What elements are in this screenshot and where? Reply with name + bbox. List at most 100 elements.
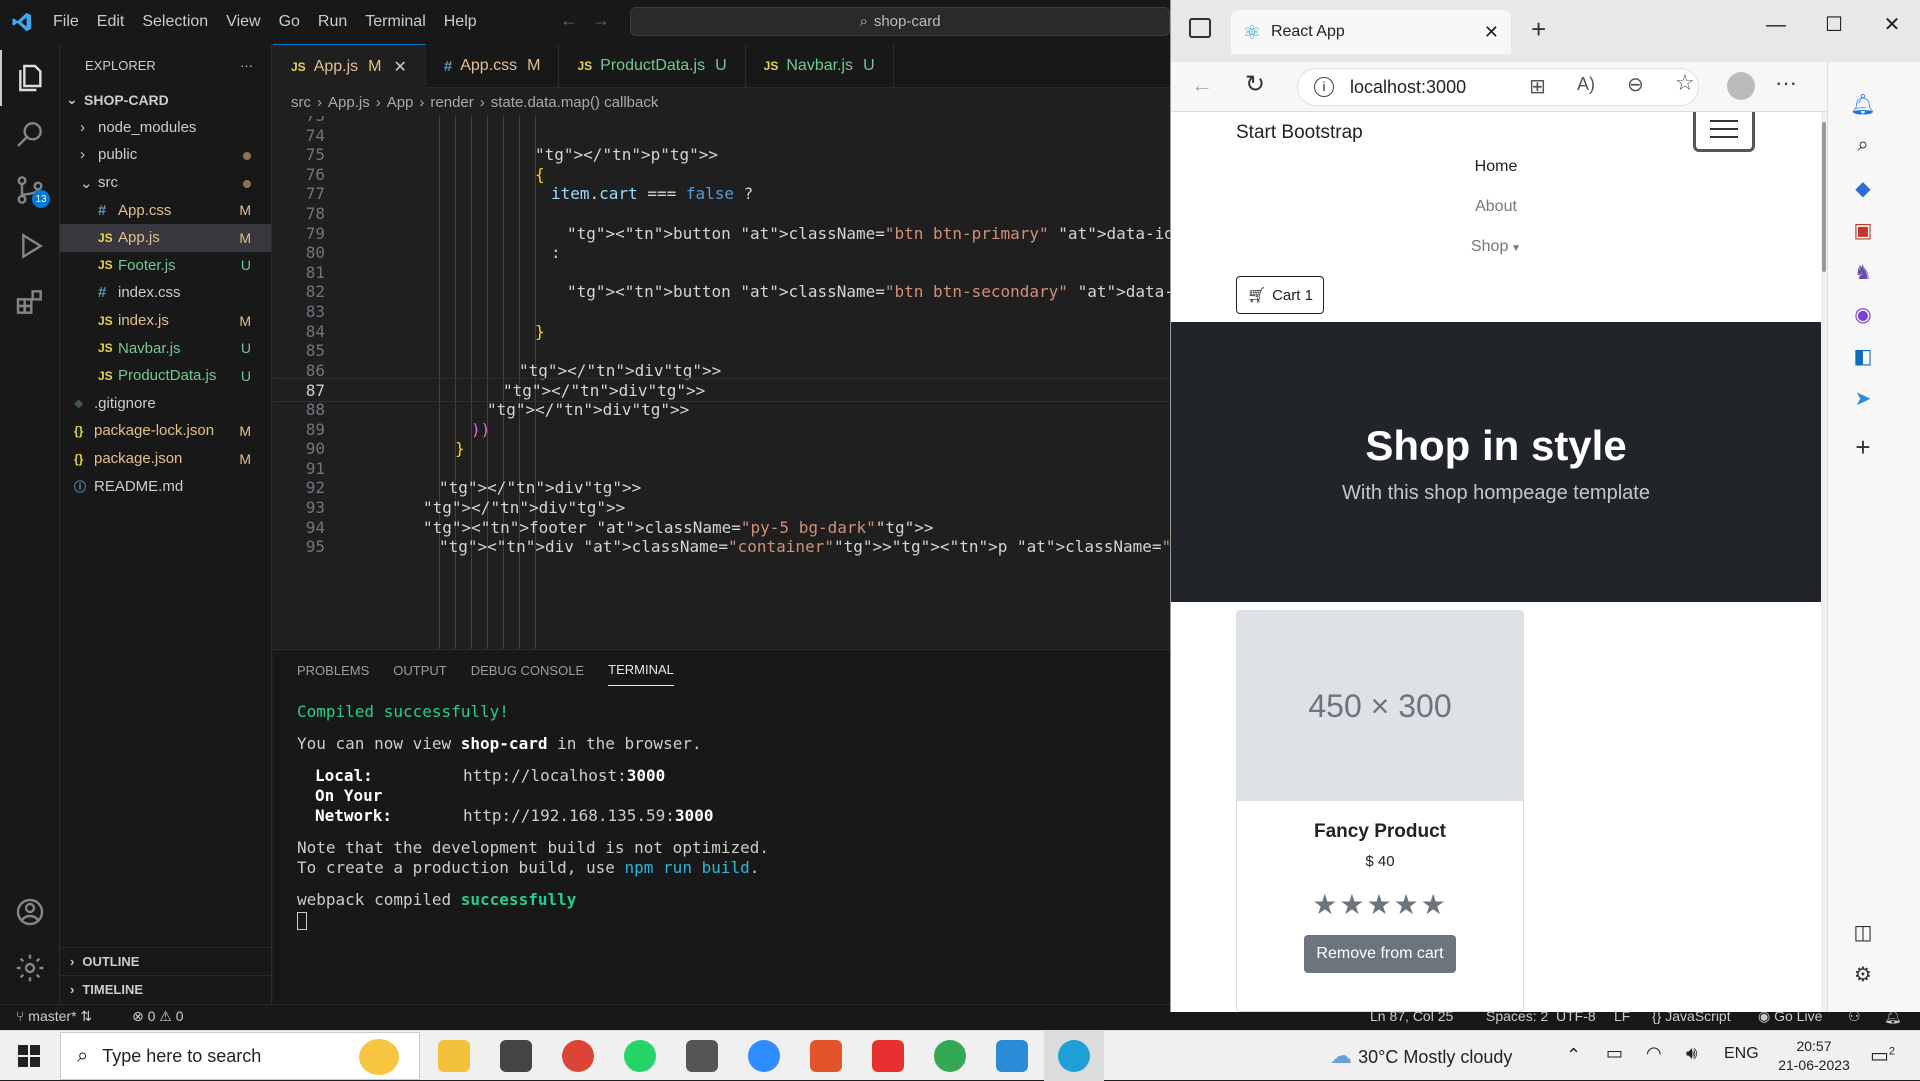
tree-item[interactable]: {} package-lock.json M bbox=[60, 417, 271, 445]
clock[interactable]: 20:57 21-06-2023 bbox=[1764, 1037, 1864, 1075]
tree-item[interactable]: JS index.js M bbox=[60, 307, 271, 335]
cart-button[interactable]: 🛒︎ Cart 1 bbox=[1236, 276, 1324, 314]
chrome-profile-icon[interactable] bbox=[920, 1031, 980, 1081]
zoom-icon[interactable]: ⊖ bbox=[1627, 72, 1644, 97]
breadcrumb-item[interactable]: App bbox=[387, 94, 414, 111]
gear-icon[interactable] bbox=[0, 940, 60, 996]
nav-arrows[interactable]: ←→ bbox=[560, 10, 624, 31]
volume-icon[interactable]: 🔊︎ bbox=[1686, 1043, 1697, 1064]
menu-help[interactable]: Help bbox=[435, 13, 486, 30]
panel-tab-problems[interactable]: PROBLEMS bbox=[297, 655, 369, 686]
add-icon[interactable]: + bbox=[1828, 432, 1898, 463]
edge-taskbar-icon[interactable] bbox=[1044, 1031, 1104, 1081]
close-icon[interactable]: ✕ bbox=[1484, 22, 1499, 43]
command-center[interactable]: ⌕ shop-card bbox=[630, 7, 1170, 36]
windows-start-icon[interactable] bbox=[18, 1045, 40, 1067]
copilot-app-icon[interactable]: ◉ bbox=[1828, 302, 1898, 327]
taskbar-search[interactable]: ⌕ Type here to search bbox=[60, 1032, 420, 1080]
account-icon[interactable] bbox=[0, 884, 60, 940]
games-icon[interactable]: ♞ bbox=[1828, 260, 1898, 285]
read-aloud-icon[interactable]: A) bbox=[1577, 74, 1595, 95]
search-icon[interactable]: ⌕ bbox=[1828, 134, 1898, 157]
wifi-icon[interactable]: ◠ bbox=[1646, 1043, 1662, 1064]
chrome-icon[interactable] bbox=[548, 1031, 608, 1081]
extensions-icon[interactable] bbox=[0, 274, 60, 330]
shopping-tag-icon[interactable]: ◆ bbox=[1828, 176, 1898, 201]
menu-run[interactable]: Run bbox=[309, 13, 356, 30]
mail-icon[interactable] bbox=[672, 1031, 732, 1081]
menu-file[interactable]: File bbox=[44, 13, 88, 30]
language-indicator[interactable]: ENG bbox=[1724, 1045, 1759, 1063]
store-icon[interactable] bbox=[486, 1031, 546, 1081]
tree-item[interactable]: › public bbox=[60, 141, 271, 169]
tree-item[interactable]: JS Footer.js U bbox=[60, 252, 271, 280]
nav-shop-dropdown[interactable]: Shop ▼ bbox=[1171, 238, 1821, 256]
timeline-section[interactable]: › TIMELINE bbox=[60, 975, 272, 1003]
bell-icon[interactable]: 🔔︎ bbox=[1828, 92, 1898, 117]
wps-icon[interactable] bbox=[858, 1031, 918, 1081]
favorite-icon[interactable]: ☆ bbox=[1675, 70, 1695, 96]
back-icon[interactable]: ← bbox=[1191, 72, 1213, 98]
chevron-up-icon[interactable]: ⌃ bbox=[1566, 1045, 1581, 1066]
maximize-icon[interactable]: ☐ bbox=[1805, 0, 1863, 50]
whatsapp-icon[interactable] bbox=[610, 1031, 670, 1081]
terminal[interactable]: Compiled successfully! You can now view … bbox=[273, 702, 1170, 930]
tree-item[interactable]: # App.css M bbox=[60, 196, 271, 224]
menu-edit[interactable]: Edit bbox=[88, 13, 134, 30]
branch-status[interactable]: ⑂ master* ⇅ bbox=[16, 1008, 92, 1025]
code-editor[interactable]: 737475"tg"></"tn">p"tg">>76{77item.cart … bbox=[273, 116, 1170, 649]
notifications-icon[interactable]: ▭2 bbox=[1870, 1043, 1895, 1068]
tab-actions-icon[interactable] bbox=[1189, 18, 1211, 38]
refresh-icon[interactable]: ↻ bbox=[1245, 70, 1265, 99]
profile-avatar[interactable] bbox=[1727, 72, 1755, 100]
run-debug-icon[interactable] bbox=[0, 218, 60, 274]
tree-item[interactable]: JS Navbar.js U bbox=[60, 334, 271, 362]
tree-item[interactable]: ⓘ README.md bbox=[60, 472, 271, 500]
zoom-icon[interactable] bbox=[734, 1031, 794, 1081]
outlook-icon[interactable]: ◧ bbox=[1828, 344, 1898, 369]
project-folder[interactable]: ⌄ SHOP-CARD bbox=[60, 86, 271, 114]
remove-from-cart-button[interactable]: Remove from cart bbox=[1304, 935, 1456, 973]
source-control-icon[interactable]: 13 bbox=[0, 162, 60, 218]
editor-tab[interactable]: JS Navbar.js U bbox=[746, 44, 894, 88]
navbar-brand[interactable]: Start Bootstrap bbox=[1236, 122, 1363, 144]
new-tab-icon[interactable]: + bbox=[1531, 14, 1546, 45]
close-window-icon[interactable]: ✕ bbox=[1863, 0, 1920, 50]
breadcrumb-item[interactable]: src bbox=[291, 94, 311, 111]
breadcrumb-item[interactable]: state.data.map() callback bbox=[491, 94, 659, 111]
weather-widget[interactable]: ☁ 30°C Mostly cloudy bbox=[1330, 1043, 1512, 1069]
outline-section[interactable]: › OUTLINE bbox=[60, 947, 272, 975]
breadcrumb-item[interactable]: render bbox=[430, 94, 473, 111]
menu-go[interactable]: Go bbox=[270, 13, 309, 30]
menu-terminal[interactable]: Terminal bbox=[356, 13, 434, 30]
panel-tab-debug-console[interactable]: DEBUG CONSOLE bbox=[471, 655, 584, 686]
more-actions-icon[interactable]: ··· bbox=[240, 58, 253, 73]
more-icon[interactable]: ··· bbox=[1775, 70, 1797, 96]
panel-tab-output[interactable]: OUTPUT bbox=[393, 655, 446, 686]
tree-item[interactable]: ⌄ src bbox=[60, 169, 271, 197]
send-icon[interactable]: ➤ bbox=[1828, 386, 1898, 411]
tree-item[interactable]: JS App.js M bbox=[60, 223, 271, 252]
tree-item[interactable]: {} package.json M bbox=[60, 445, 271, 473]
browser-tab[interactable]: ⚛ React App ✕ bbox=[1231, 10, 1511, 54]
apps-icon[interactable]: ⊞ bbox=[1529, 74, 1546, 99]
editor-tab[interactable]: JS App.js M ✕ bbox=[273, 44, 426, 88]
close-icon[interactable]: ✕ bbox=[393, 57, 406, 77]
battery-icon[interactable]: ▭ bbox=[1606, 1043, 1623, 1064]
problems-status[interactable]: ⊗ 0 ⚠ 0 bbox=[132, 1008, 184, 1025]
menu-selection[interactable]: Selection bbox=[133, 13, 217, 30]
nav-home-link[interactable]: Home bbox=[1171, 158, 1821, 176]
vscode-taskbar-icon[interactable] bbox=[982, 1031, 1042, 1081]
menu-view[interactable]: View bbox=[217, 13, 269, 30]
panel-tab-terminal[interactable]: TERMINAL bbox=[608, 654, 674, 686]
gear-icon[interactable]: ⚙ bbox=[1828, 962, 1898, 987]
minimize-icon[interactable]: — bbox=[1747, 0, 1805, 50]
tree-item[interactable]: ◆ .gitignore bbox=[60, 390, 271, 418]
breadcrumb-item[interactable]: App.js bbox=[328, 94, 370, 111]
file-explorer-icon[interactable] bbox=[424, 1031, 484, 1081]
office-icon[interactable] bbox=[796, 1031, 856, 1081]
toolbox-icon[interactable]: ▣ bbox=[1828, 218, 1898, 243]
tree-item[interactable]: JS ProductData.js U bbox=[60, 362, 271, 390]
explorer-icon[interactable] bbox=[0, 50, 60, 106]
sidebar-toggle-icon[interactable]: ◫ bbox=[1828, 920, 1898, 945]
